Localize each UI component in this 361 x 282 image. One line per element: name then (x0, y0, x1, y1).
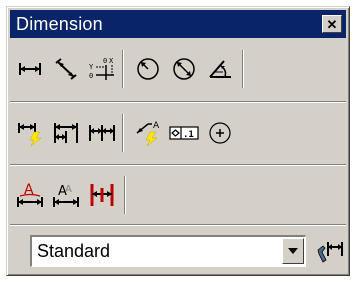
quick-dimension-icon (18, 123, 42, 147)
dimension-text-edit-button[interactable]: A A (50, 177, 82, 213)
toolbar-row-3: A A A (10, 169, 346, 221)
svg-text:A: A (24, 182, 34, 198)
angular-dimension-button[interactable] (204, 51, 236, 87)
dropdown-arrow-button[interactable] (282, 238, 305, 264)
baseline-dimension-button[interactable] (50, 115, 82, 151)
dimension-style-button[interactable] (314, 233, 346, 269)
svg-text:0: 0 (103, 57, 107, 65)
dimstyle-row: Standard (10, 229, 346, 273)
baseline-dimension-icon (54, 123, 78, 143)
tolerance-button[interactable]: .1 (168, 115, 200, 151)
dimension-style-icon (317, 242, 344, 263)
diameter-dimension-button[interactable] (168, 51, 200, 87)
aligned-dimension-icon (55, 58, 77, 80)
dimension-update-icon (90, 184, 114, 206)
svg-text:A: A (153, 121, 160, 131)
dimension-style-value: Standard (37, 241, 111, 261)
toolbar-row-2: A .1 (10, 107, 346, 159)
close-icon: ✕ (326, 16, 338, 32)
dimension-edit-button[interactable]: A (14, 177, 46, 213)
row-divider (10, 224, 346, 226)
dimension-toolbar-window: Dimension ✕ 0 X Y 0 A .1 A A A Standard (6, 6, 350, 276)
toolbar-separator (122, 50, 124, 88)
quick-leader-button[interactable]: A (132, 115, 164, 151)
dimension-style-select[interactable]: Standard (30, 235, 307, 267)
toolbar-separator (122, 114, 124, 152)
svg-text:0: 0 (89, 72, 93, 80)
svg-text:A: A (65, 184, 72, 195)
close-button[interactable]: ✕ (322, 15, 342, 33)
dimension-text-edit-icon: A A (53, 184, 79, 207)
ordinate-dimension-icon: 0 X Y 0 (89, 57, 114, 80)
linear-dimension-button[interactable] (14, 51, 46, 87)
aligned-dimension-button[interactable] (50, 51, 82, 87)
dimension-update-button[interactable] (86, 177, 118, 213)
center-mark-button[interactable] (204, 115, 236, 151)
toolbar-separator (242, 50, 244, 88)
ordinate-dimension-button[interactable]: 0 X Y 0 (86, 51, 118, 87)
title-bar[interactable]: Dimension ✕ (10, 10, 346, 38)
diameter-dimension-icon (173, 58, 195, 80)
row-divider (10, 164, 346, 166)
radius-dimension-icon (137, 58, 159, 80)
chevron-down-icon (288, 248, 299, 254)
continue-dimension-button[interactable] (86, 115, 118, 151)
angular-dimension-icon (209, 60, 231, 78)
tolerance-icon: .1 (169, 126, 199, 140)
radius-dimension-button[interactable] (132, 51, 164, 87)
svg-text:X: X (109, 57, 114, 65)
quick-leader-icon: A (136, 121, 160, 147)
center-mark-icon (209, 122, 231, 144)
svg-text:.1: .1 (183, 130, 194, 140)
linear-dimension-icon (19, 63, 41, 75)
window-title: Dimension (16, 13, 103, 34)
row-divider (10, 101, 346, 103)
toolbar-row-1: 0 X Y 0 (10, 43, 346, 95)
toolbar-separator (124, 176, 126, 214)
quick-dimension-button[interactable] (14, 115, 46, 151)
dimension-edit-icon: A (17, 182, 43, 207)
continue-dimension-icon (89, 125, 115, 141)
svg-text:Y: Y (89, 63, 94, 71)
